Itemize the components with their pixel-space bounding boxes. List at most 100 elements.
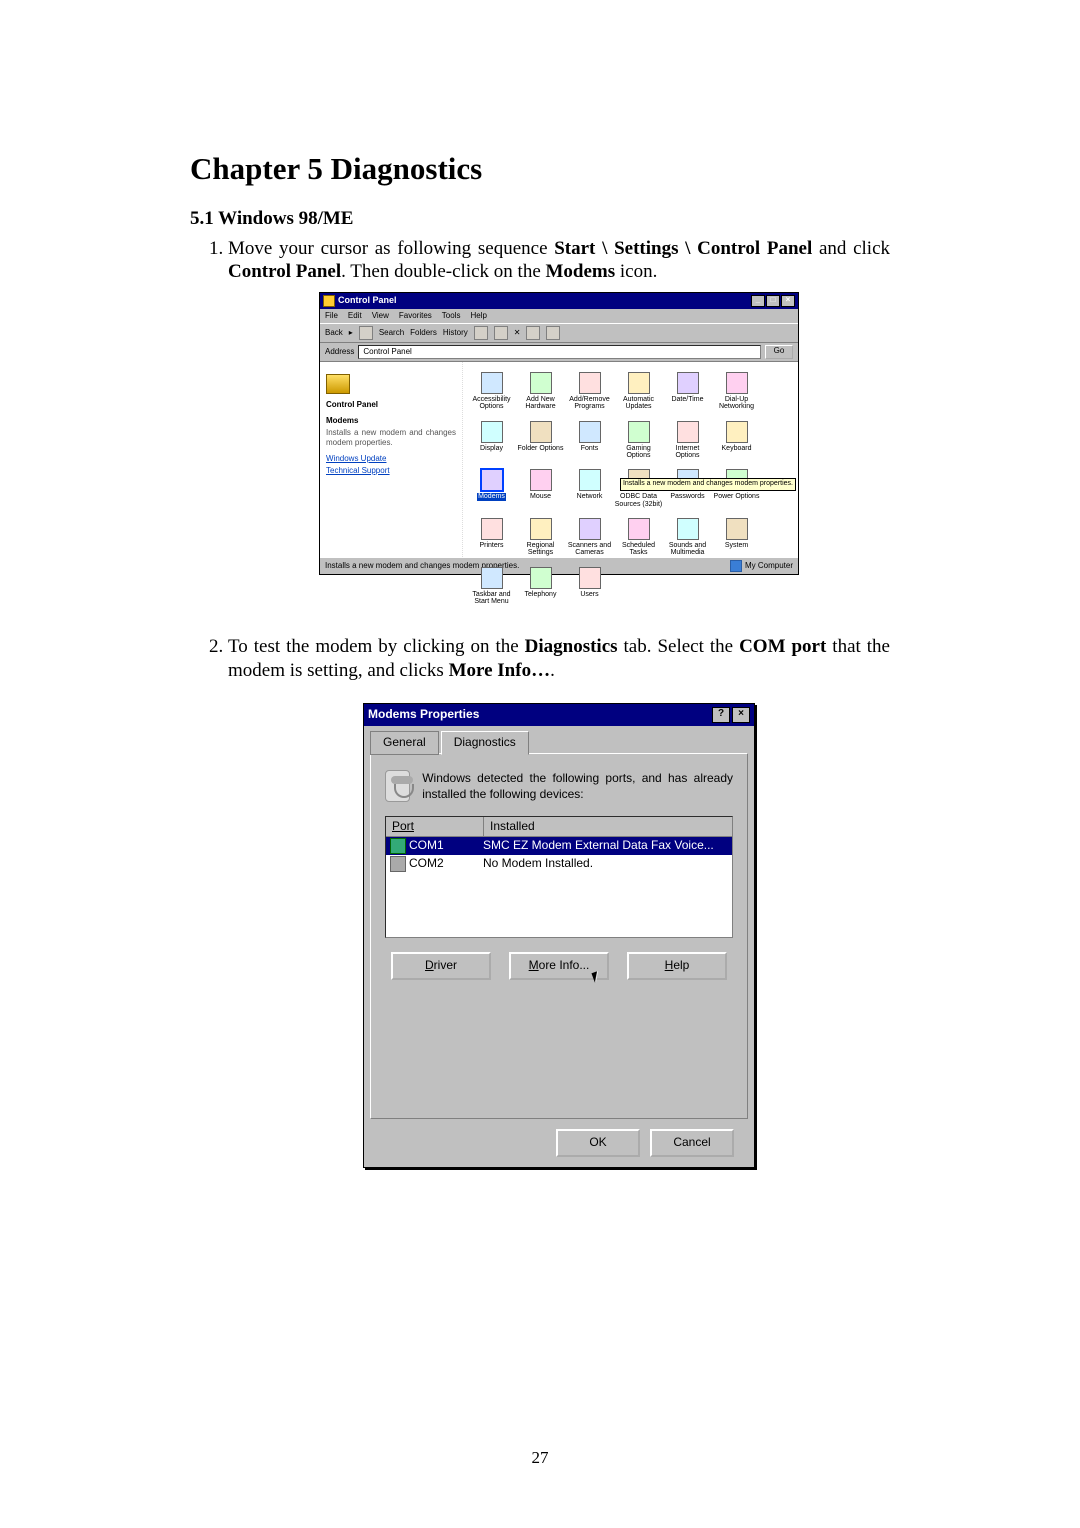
- cp-item-keyboard[interactable]: Keyboard: [712, 421, 761, 460]
- text-bold: Start \ Settings \ Control Panel: [554, 238, 812, 259]
- toolbar: Back ▸ Search Folders History ✕: [320, 323, 798, 343]
- step-2: To test the modem by clicking on the Dia…: [228, 635, 890, 1168]
- title-left: Control Panel: [323, 295, 397, 307]
- cp-item-regional[interactable]: Regional Settings: [516, 518, 565, 557]
- port-row-com1[interactable]: COM1 SMC EZ Modem External Data Fax Voic…: [386, 837, 732, 855]
- cp-item-folderopts[interactable]: Folder Options: [516, 421, 565, 460]
- menu-view[interactable]: View: [372, 311, 389, 321]
- u: M: [529, 958, 539, 972]
- toolbar-icon[interactable]: [494, 326, 508, 340]
- cp-item-telephony[interactable]: Telephony: [516, 567, 565, 606]
- menu-help[interactable]: Help: [470, 311, 486, 321]
- cp-body: Control Panel Modems Installs a new mode…: [320, 362, 798, 557]
- close-button[interactable]: ×: [732, 707, 750, 723]
- dialog-title: Modems Properties: [368, 707, 479, 722]
- chapter-title: Chapter 5 Diagnostics: [190, 150, 890, 189]
- ok-button[interactable]: OK: [556, 1129, 640, 1157]
- delete-icon[interactable]: ✕: [514, 328, 521, 338]
- up-icon[interactable]: [359, 326, 373, 340]
- hdr-port[interactable]: Port: [386, 817, 484, 836]
- port-row-com2[interactable]: COM2 No Modem Installed.: [386, 855, 732, 873]
- detect-row: Windows detected the following ports, an…: [385, 770, 733, 802]
- label: Sounds and Multimedia: [669, 542, 706, 556]
- cp-item-sched[interactable]: Scheduled Tasks: [614, 518, 663, 557]
- mouse-icon: [530, 469, 552, 491]
- cp-item-gaming[interactable]: Gaming Options: [614, 421, 663, 460]
- label: Users: [580, 591, 598, 598]
- modem-icon: [481, 469, 503, 491]
- cp-item-autoupd[interactable]: Automatic Updates: [614, 372, 663, 411]
- minimize-button[interactable]: _: [751, 295, 765, 307]
- rest: river: [434, 958, 457, 972]
- help-button[interactable]: ?: [712, 707, 730, 723]
- cp-item-addremove[interactable]: Add/Remove Programs: [565, 372, 614, 411]
- cp-item-printers[interactable]: Printers: [467, 518, 516, 557]
- cancel-button[interactable]: Cancel: [650, 1129, 734, 1157]
- installed-cell: SMC EZ Modem External Data Fax Voice...: [479, 838, 732, 853]
- keyboard-icon: [726, 421, 748, 443]
- port-name: COM2: [409, 856, 444, 871]
- tab-diagnostics[interactable]: Diagnostics: [441, 731, 529, 755]
- address-label: Address: [325, 347, 354, 357]
- text: and click: [812, 238, 890, 259]
- side-title: Control Panel: [326, 400, 456, 410]
- figure-modems-properties: Modems Properties ? × General Diagnostic…: [228, 703, 890, 1168]
- sounds-icon: [677, 518, 699, 540]
- cp-item-modems[interactable]: Modems: [467, 469, 516, 508]
- label: Passwords: [670, 493, 704, 500]
- figure-control-panel: Control Panel _ □ × File Edit View Favor…: [228, 292, 890, 575]
- cp-item-accessibility[interactable]: Accessibility Options: [467, 372, 516, 411]
- steps-list: Move your cursor as following sequence S…: [190, 237, 890, 1168]
- printers-icon: [481, 518, 503, 540]
- toolbar-icon[interactable]: [474, 326, 488, 340]
- port-list[interactable]: Port Installed COM1 SMC EZ Modem Externa…: [385, 816, 733, 938]
- cp-item-display[interactable]: Display: [467, 421, 516, 460]
- label: Accessibility Options: [472, 396, 510, 410]
- folders-button[interactable]: Folders: [410, 328, 437, 338]
- toolbar-icon[interactable]: [526, 326, 540, 340]
- menu-edit[interactable]: Edit: [348, 311, 362, 321]
- cp-item-scanners[interactable]: Scanners and Cameras: [565, 518, 614, 557]
- side-item-desc: Installs a new modem and changes modem p…: [326, 428, 456, 448]
- cp-item-datetime[interactable]: Date/Time: [663, 372, 712, 411]
- link-tech-support[interactable]: Technical Support: [326, 466, 456, 476]
- tab-general[interactable]: General: [370, 731, 439, 755]
- cp-item-internet[interactable]: Internet Options: [663, 421, 712, 460]
- cp-item-addnewhw[interactable]: Add New Hardware: [516, 372, 565, 411]
- cp-item-system[interactable]: System: [712, 518, 761, 557]
- hdr-installed[interactable]: Installed: [484, 817, 732, 836]
- page: Chapter 5 Diagnostics 5.1 Windows 98/ME …: [0, 0, 1080, 1528]
- menu-tools[interactable]: Tools: [442, 311, 461, 321]
- close-button[interactable]: ×: [781, 295, 795, 307]
- more-info-button[interactable]: More Info...: [509, 952, 609, 980]
- address-input[interactable]: Control Panel: [358, 345, 761, 359]
- menu-file[interactable]: File: [325, 311, 338, 321]
- dialog-titlebar: Modems Properties ? ×: [364, 704, 754, 726]
- label: Display: [480, 445, 503, 452]
- go-button[interactable]: Go: [765, 345, 793, 359]
- cp-item-mouse[interactable]: Mouse: [516, 469, 565, 508]
- detect-text: Windows detected the following ports, an…: [422, 770, 733, 802]
- installed-cell: No Modem Installed.: [479, 856, 732, 871]
- search-button[interactable]: Search: [379, 328, 404, 338]
- label: ODBC Data Sources (32bit): [615, 493, 662, 507]
- link-windows-update[interactable]: Windows Update: [326, 454, 456, 464]
- driver-button[interactable]: Driver: [391, 952, 491, 980]
- text-bold: COM port: [739, 636, 826, 657]
- help-button[interactable]: Help: [627, 952, 727, 980]
- maximize-button[interactable]: □: [766, 295, 780, 307]
- cp-item-fonts[interactable]: Fonts: [565, 421, 614, 460]
- cp-item-sounds[interactable]: Sounds and Multimedia: [663, 518, 712, 557]
- toolbar-icon[interactable]: [546, 326, 560, 340]
- cp-item-dialup[interactable]: Dial-Up Networking: [712, 372, 761, 411]
- menu-favorites[interactable]: Favorites: [399, 311, 432, 321]
- back-button[interactable]: Back: [325, 328, 343, 338]
- history-button[interactable]: History: [443, 328, 468, 338]
- internet-icon: [677, 421, 699, 443]
- cp-item-network[interactable]: Network: [565, 469, 614, 508]
- cp-item-users[interactable]: Users: [565, 567, 614, 606]
- label: Taskbar and Start Menu: [472, 591, 510, 605]
- cp-item-taskbar[interactable]: Taskbar and Start Menu: [467, 567, 516, 606]
- port-icon: [390, 838, 406, 854]
- label: Add/Remove Programs: [569, 396, 609, 410]
